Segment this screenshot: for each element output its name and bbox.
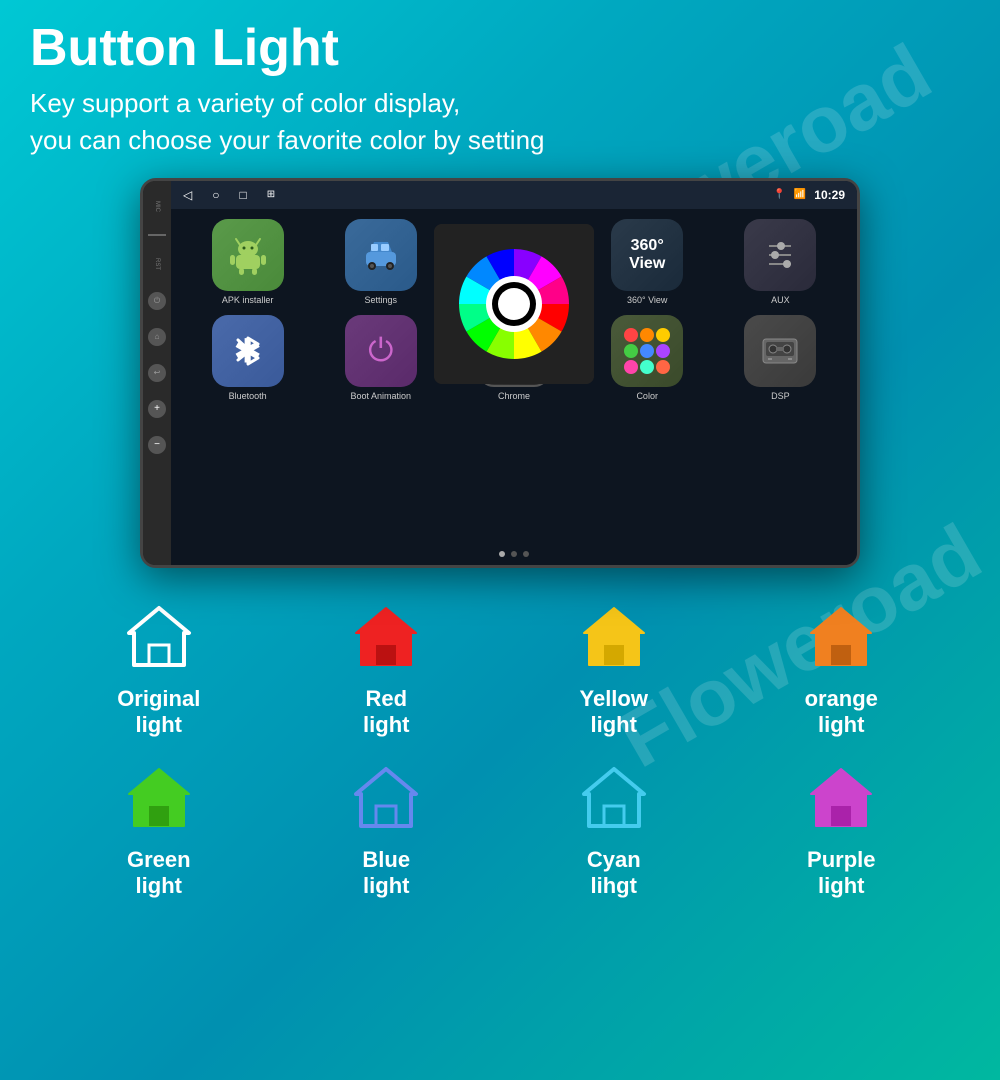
status-bar: ◁ ○ □ ⊞ 📍 📶 10:29 xyxy=(171,181,857,209)
nav-icons: ◁ ○ □ ⊞ xyxy=(183,188,275,202)
home-btn[interactable]: ⌂ xyxy=(148,328,166,346)
back-btn[interactable]: ↩ xyxy=(148,364,166,382)
color-label: Color xyxy=(636,391,658,401)
red-light-label: Redlight xyxy=(363,686,409,739)
house-icon-green xyxy=(119,759,199,839)
page-dots xyxy=(171,543,857,565)
house-icon-original xyxy=(119,598,199,678)
house-icon-blue xyxy=(346,759,426,839)
orange-light-label: orangelight xyxy=(805,686,878,739)
house-icon-red xyxy=(346,598,426,678)
light-blue: Bluelight xyxy=(278,759,496,900)
aux-label: AUX xyxy=(771,295,790,305)
app-color[interactable]: Color xyxy=(586,315,709,401)
apk-label: APK installer xyxy=(222,295,274,305)
house-icon-cyan xyxy=(574,759,654,839)
page-subtitle: Key support a variety of color display, … xyxy=(30,85,970,158)
house-icon-purple xyxy=(801,759,881,839)
rst-label: RST xyxy=(154,258,160,270)
vol-down-btn[interactable]: − xyxy=(148,436,166,454)
device-mockup: MIC RST ⏻ ⌂ ↩ + − ◁ ○ □ ⊞ xyxy=(140,178,860,568)
settings-label: Settings xyxy=(365,295,398,305)
palette-dots xyxy=(624,328,670,374)
app-grid-area: APK installer xyxy=(171,209,857,543)
app-apk-installer[interactable]: APK installer xyxy=(186,219,309,305)
app-dsp[interactable]: DSP xyxy=(719,315,842,401)
recents-nav-icon[interactable]: □ xyxy=(239,188,246,202)
boot-icon: ⏻ xyxy=(345,315,417,387)
device-wrapper: MIC RST ⏻ ⌂ ↩ + − ◁ ○ □ ⊞ xyxy=(30,178,970,568)
time-display: 10:29 xyxy=(814,188,845,202)
light-orange: orangelight xyxy=(733,598,951,739)
blue-light-label: Bluelight xyxy=(362,847,410,900)
app-bluetooth[interactable]: ✱ Bluetooth xyxy=(186,315,309,401)
dsp-label: DSP xyxy=(771,391,790,401)
chrome-label: Chrome xyxy=(498,391,530,401)
app-boot-animation[interactable]: ⏻ Boot Animation xyxy=(319,315,442,401)
back-nav-icon[interactable]: ◁ xyxy=(183,188,192,202)
power-btn[interactable]: ⏻ xyxy=(148,292,166,310)
mic-label: MIC xyxy=(154,201,160,212)
bluetooth-icon: ✱ xyxy=(212,315,284,387)
light-yellow: Yellowlight xyxy=(505,598,723,739)
dot-1 xyxy=(499,551,505,557)
color-icon xyxy=(611,315,683,387)
settings-icon xyxy=(345,219,417,291)
boot-label: Boot Animation xyxy=(351,391,412,401)
vol-up-btn[interactable]: + xyxy=(148,400,166,418)
apk-icon xyxy=(212,219,284,291)
green-light-label: Greenlight xyxy=(127,847,191,900)
purple-light-label: Purplelight xyxy=(807,847,875,900)
bluetooth-label: Bluetooth xyxy=(229,391,267,401)
device-screen: ◁ ○ □ ⊞ 📍 📶 10:29 xyxy=(171,181,857,565)
page-content: Button Light Key support a variety of co… xyxy=(0,0,1000,920)
color-wheel-overlay[interactable] xyxy=(434,224,594,384)
view360-label: 360° View xyxy=(627,295,667,305)
home-nav-icon[interactable]: ○ xyxy=(212,188,219,202)
light-red: Redlight xyxy=(278,598,496,739)
signal-icon: 📶 xyxy=(794,189,806,200)
app-360view[interactable]: 360°View 360° View xyxy=(586,219,709,305)
color-wheel-svg xyxy=(434,224,594,384)
location-icon: 📍 xyxy=(773,189,785,200)
original-light-label: Originallight xyxy=(117,686,200,739)
light-green: Greenlight xyxy=(50,759,268,900)
light-original: Originallight xyxy=(50,598,268,739)
app-settings[interactable]: Settings xyxy=(319,219,442,305)
view360-text: 360°View xyxy=(629,237,665,272)
house-icon-orange xyxy=(801,598,881,678)
side-buttons: MIC RST ⏻ ⌂ ↩ + − xyxy=(143,181,171,565)
page-title: Button Light xyxy=(30,20,970,77)
status-right: 📍 📶 10:29 xyxy=(773,188,845,202)
aux-icon xyxy=(744,219,816,291)
view360-icon: 360°View xyxy=(611,219,683,291)
light-cyan: Cyanlihgt xyxy=(505,759,723,900)
apps-nav-icon[interactable]: ⊞ xyxy=(267,189,275,200)
lights-grid: Originallight Redlight Yellowlight xyxy=(30,598,970,900)
light-purple: Purplelight xyxy=(733,759,951,900)
house-icon-yellow xyxy=(574,598,654,678)
cyan-light-label: Cyanlihgt xyxy=(587,847,641,900)
dot-2 xyxy=(511,551,517,557)
yellow-light-label: Yellowlight xyxy=(580,686,648,739)
dsp-icon xyxy=(744,315,816,387)
dot-3 xyxy=(523,551,529,557)
app-aux[interactable]: AUX xyxy=(719,219,842,305)
